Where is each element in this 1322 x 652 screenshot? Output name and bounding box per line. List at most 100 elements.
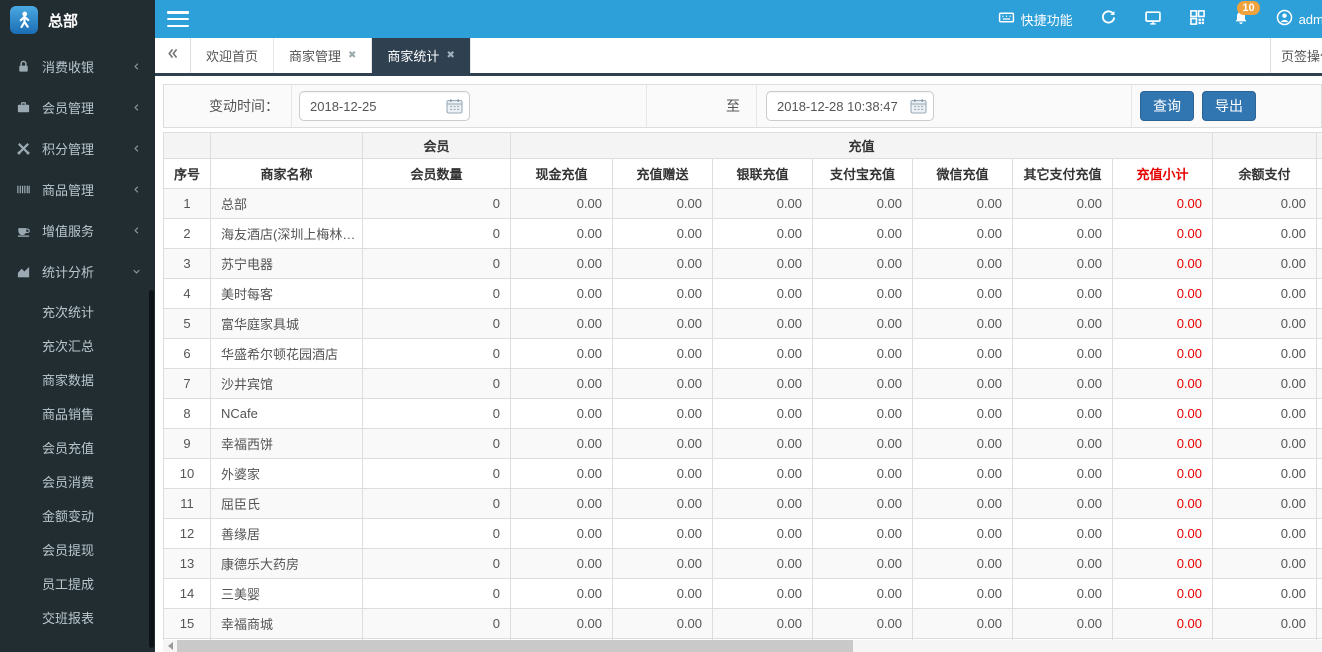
cell-recharge-subtotal: 0.00 [1113, 279, 1213, 309]
query-button[interactable]: 查询 [1140, 91, 1194, 121]
cell-cash-recharge: 0.00 [511, 549, 613, 579]
hamburger-menu-icon[interactable] [167, 11, 189, 27]
cell-alipay-recharge: 0.00 [813, 429, 913, 459]
cell-balance-pay: 0.00 [1213, 429, 1317, 459]
sidebar-item-consume-cashier[interactable]: 消费收银 [0, 46, 155, 87]
cell-balance-pay: 0.00 [1213, 279, 1317, 309]
submenu-item-amount-change[interactable]: 金额变动 [0, 500, 155, 534]
cell-member-count: 0 [363, 219, 511, 249]
submenu-item-staff-commission[interactable]: 员工提成 [0, 568, 155, 602]
sidebar-item-value-added-service[interactable]: 增值服务 [0, 210, 155, 251]
tab-welcome[interactable]: 欢迎首页 [191, 38, 274, 73]
group-header-empty [1317, 133, 1322, 159]
main-column: 快捷功能 10 admin [155, 0, 1322, 652]
column-header-cut [1317, 159, 1322, 189]
cell-wechat-recharge: 0.00 [913, 309, 1013, 339]
submenu-item-recharge-times-summary[interactable]: 充次汇总 [0, 330, 155, 364]
cell-wechat-recharge: 0.00 [913, 219, 1013, 249]
cell-index: 8 [164, 399, 211, 429]
cell-recharge-subtotal: 0.00 [1113, 429, 1213, 459]
date-from-input[interactable] [299, 91, 470, 121]
cell-gift-recharge: 0.00 [613, 339, 713, 369]
cell-cash-recharge: 0.00 [511, 339, 613, 369]
cell-wechat-recharge: 0.00 [913, 399, 1013, 429]
submenu-item-recharge-times-stats[interactable]: 充次统计 [0, 296, 155, 330]
cell-unionpay-recharge: 0.00 [713, 219, 813, 249]
cell-recharge-subtotal: 0.00 [1113, 249, 1213, 279]
sidebar-item-member-management[interactable]: 会员管理 [0, 87, 155, 128]
table-row: 2海友酒店(深圳上梅林地...00.000.000.000.000.000.00… [164, 219, 1322, 249]
qrcode-button[interactable] [1189, 9, 1206, 29]
cell-alipay-recharge: 0.00 [813, 489, 913, 519]
cell-balance-pay: 0.00 [1213, 189, 1317, 219]
cell-wechat-recharge: 0.00 [913, 459, 1013, 489]
horizontal-scrollbar-thumb[interactable] [177, 640, 853, 652]
cell-cash-recharge: 0.00 [511, 489, 613, 519]
column-header-merchant-name: 商家名称 [211, 159, 363, 189]
submenu-item-member-consume[interactable]: 会员消费 [0, 466, 155, 500]
column-header-alipay-recharge: 支付宝充值 [813, 159, 913, 189]
submenu-item-member-withdraw[interactable]: 会员提现 [0, 534, 155, 568]
cell-cut [1317, 429, 1322, 459]
shortcut-functions-button[interactable]: 快捷功能 [998, 9, 1073, 29]
cell-cash-recharge: 0.00 [511, 219, 613, 249]
sidebar-item-goods-management[interactable]: 商品管理 [0, 169, 155, 210]
submenu-item-goods-sales[interactable]: 商品销售 [0, 398, 155, 432]
cell-cut [1317, 369, 1322, 399]
cell-index: 2 [164, 219, 211, 249]
cell-gift-recharge: 0.00 [613, 219, 713, 249]
cell-member-count: 0 [363, 399, 511, 429]
column-header-cash-recharge: 现金充值 [511, 159, 613, 189]
cell-recharge-subtotal: 0.00 [1113, 399, 1213, 429]
group-header-empty [211, 133, 363, 159]
tab-operations-label: 页签操作 [1281, 46, 1322, 65]
user-avatar-icon [1276, 9, 1293, 29]
cell-gift-recharge: 0.00 [613, 549, 713, 579]
filter-bar: 变动时间： 至 查询 导出 [163, 84, 1322, 128]
sidebar-item-points-management[interactable]: 积分管理 [0, 128, 155, 169]
cell-unionpay-recharge: 0.00 [713, 489, 813, 519]
calendar-icon[interactable] [446, 98, 463, 114]
tab-merchant-statistics[interactable]: 商家统计✖ [372, 38, 470, 73]
submenu-item-shift-report[interactable]: 交班报表 [0, 602, 155, 636]
cell-other-pay-recharge: 0.00 [1013, 579, 1113, 609]
export-button[interactable]: 导出 [1202, 91, 1256, 121]
column-header-gift-recharge: 充值赠送 [613, 159, 713, 189]
cell-index: 5 [164, 309, 211, 339]
cell-member-count: 0 [363, 339, 511, 369]
cell-member-count: 0 [363, 189, 511, 219]
close-tab-icon[interactable]: ✖ [446, 51, 454, 61]
submenu-item-member-recharge[interactable]: 会员充值 [0, 432, 155, 466]
scroll-left-arrow[interactable] [163, 640, 177, 652]
tab-merchant-management[interactable]: 商家管理✖ [274, 38, 372, 73]
sidebar-scrollbar-thumb[interactable] [149, 290, 154, 648]
calendar-icon[interactable] [910, 98, 927, 114]
cell-gift-recharge: 0.00 [613, 369, 713, 399]
date-to-cell [756, 85, 1131, 127]
cell-balance-pay: 0.00 [1213, 399, 1317, 429]
merchant-statistics-table-wrap: 会员充值序号商家名称会员数量现金充值充值赠送银联充值支付宝充值微信充值其它支付充… [163, 132, 1322, 652]
fullscreen-button[interactable] [1144, 9, 1162, 29]
cell-other-pay-recharge: 0.00 [1013, 429, 1113, 459]
collapse-tabs-button[interactable] [155, 38, 191, 73]
cell-recharge-subtotal: 0.00 [1113, 219, 1213, 249]
cell-alipay-recharge: 0.00 [813, 279, 913, 309]
sidebar-menu: 消费收银会员管理积分管理商品管理增值服务统计分析 [0, 40, 155, 292]
cell-index: 15 [164, 609, 211, 639]
cell-merchant-name: NCafe [211, 399, 363, 429]
notifications-button[interactable]: 10 [1233, 10, 1249, 29]
cell-cash-recharge: 0.00 [511, 429, 613, 459]
tab-operations-dropdown[interactable]: 页签操作 [1270, 38, 1322, 73]
refresh-button[interactable] [1100, 9, 1117, 29]
cell-alipay-recharge: 0.00 [813, 579, 913, 609]
cell-alipay-recharge: 0.00 [813, 519, 913, 549]
sidebar-item-statistics-analysis[interactable]: 统计分析 [0, 251, 155, 292]
table-row: 6华盛希尔顿花园酒店00.000.000.000.000.000.000.000… [164, 339, 1322, 369]
cell-cash-recharge: 0.00 [511, 279, 613, 309]
date-to-input[interactable] [766, 91, 934, 121]
submenu-item-merchant-data[interactable]: 商家数据 [0, 364, 155, 398]
chevron-left-icon [132, 185, 141, 194]
cell-alipay-recharge: 0.00 [813, 549, 913, 579]
user-menu[interactable]: admin [1276, 9, 1322, 29]
close-tab-icon[interactable]: ✖ [348, 51, 356, 61]
